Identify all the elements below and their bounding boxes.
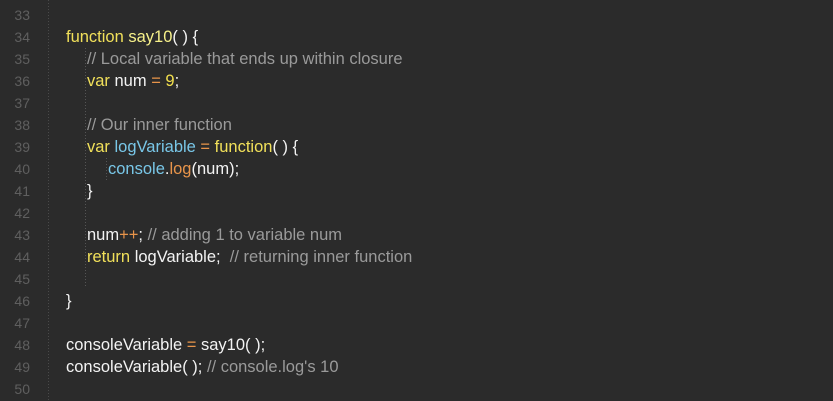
line-number: 48 [14, 337, 30, 353]
operator: ++ [119, 226, 139, 244]
keyword: var [87, 72, 110, 90]
line-number: 43 [14, 227, 30, 243]
code-line-34: function say10( ) { [66, 26, 833, 48]
line-number: 42 [14, 205, 30, 221]
line-number: 47 [14, 315, 30, 331]
code-area[interactable]: function say10( ) { // Local variable th… [49, 0, 833, 401]
identifier: consoleVariable [66, 358, 183, 376]
line-number: 44 [14, 249, 30, 265]
line-number: 36 [14, 73, 30, 89]
keyword: return [87, 248, 131, 266]
code-text: } [87, 182, 93, 200]
line-number: 34 [14, 29, 30, 45]
code-text: say10( ); [201, 336, 266, 354]
code-line-49: consoleVariable( ); // console.log's 10 [66, 356, 833, 378]
line-number: 50 [14, 381, 30, 397]
code-line-35: // Local variable that ends up within cl… [87, 48, 833, 70]
code-line-48: consoleVariable = say10( ); [66, 334, 833, 356]
code-text: (num); [191, 160, 240, 178]
keyword: function [66, 28, 124, 46]
line-number: 49 [14, 359, 30, 375]
comment: // Local variable that ends up within cl… [87, 50, 403, 68]
number-literal: 9 [165, 72, 175, 90]
code-line-40: console.log(num); [108, 158, 833, 180]
comment: // adding 1 to variable num [147, 226, 343, 244]
code-line-36: var num = 9; [87, 70, 833, 92]
line-number: 40 [14, 161, 30, 177]
code-text: logVariable; [130, 248, 230, 266]
operator: = [195, 138, 215, 156]
indent-guide [85, 48, 86, 288]
code-text: ( ) { [172, 28, 199, 46]
code-line-39: var logVariable = function( ) { [87, 136, 833, 158]
line-number: 38 [14, 117, 30, 133]
function-name: say10 [123, 28, 173, 46]
code-line-41: } [87, 180, 833, 202]
line-number: 35 [14, 51, 30, 67]
code-text: ( ); [182, 358, 207, 376]
keyword: var [87, 138, 110, 156]
keyword: function [214, 138, 273, 156]
code-text: ; [138, 226, 148, 244]
comment: // returning inner function [229, 248, 413, 266]
line-number-gutter: 33 34 35 36 37 38 39 40 41 42 43 44 45 4… [0, 0, 48, 401]
line-number: 41 [14, 183, 30, 199]
comment: // console.log's 10 [206, 358, 339, 376]
indent-guide [106, 158, 107, 180]
method-name: log [169, 160, 192, 178]
line-number: 39 [14, 139, 30, 155]
code-line-46: } [66, 290, 833, 312]
identifier: logVariable [109, 138, 196, 156]
code-line-44: return logVariable; // returning inner f… [87, 246, 833, 268]
line-number: 46 [14, 293, 30, 309]
identifier: consoleVariable [66, 336, 183, 354]
line-number: 37 [14, 95, 30, 111]
code-text: ( ) { [272, 138, 299, 156]
operator: = [182, 336, 201, 354]
code-text: } [66, 292, 72, 310]
identifier: num [87, 226, 120, 244]
code-line-43: num++; // adding 1 to variable num [87, 224, 833, 246]
identifier: console [108, 160, 165, 178]
code-editor[interactable]: 33 34 35 36 37 38 39 40 41 42 43 44 45 4… [0, 0, 833, 401]
operator: = [146, 72, 166, 90]
identifier: num [109, 72, 147, 90]
comment: // Our inner function [87, 116, 232, 134]
line-number: 45 [14, 271, 30, 287]
line-number: 33 [14, 7, 30, 23]
code-text: ; [174, 72, 180, 90]
code-line-38: // Our inner function [87, 114, 833, 136]
